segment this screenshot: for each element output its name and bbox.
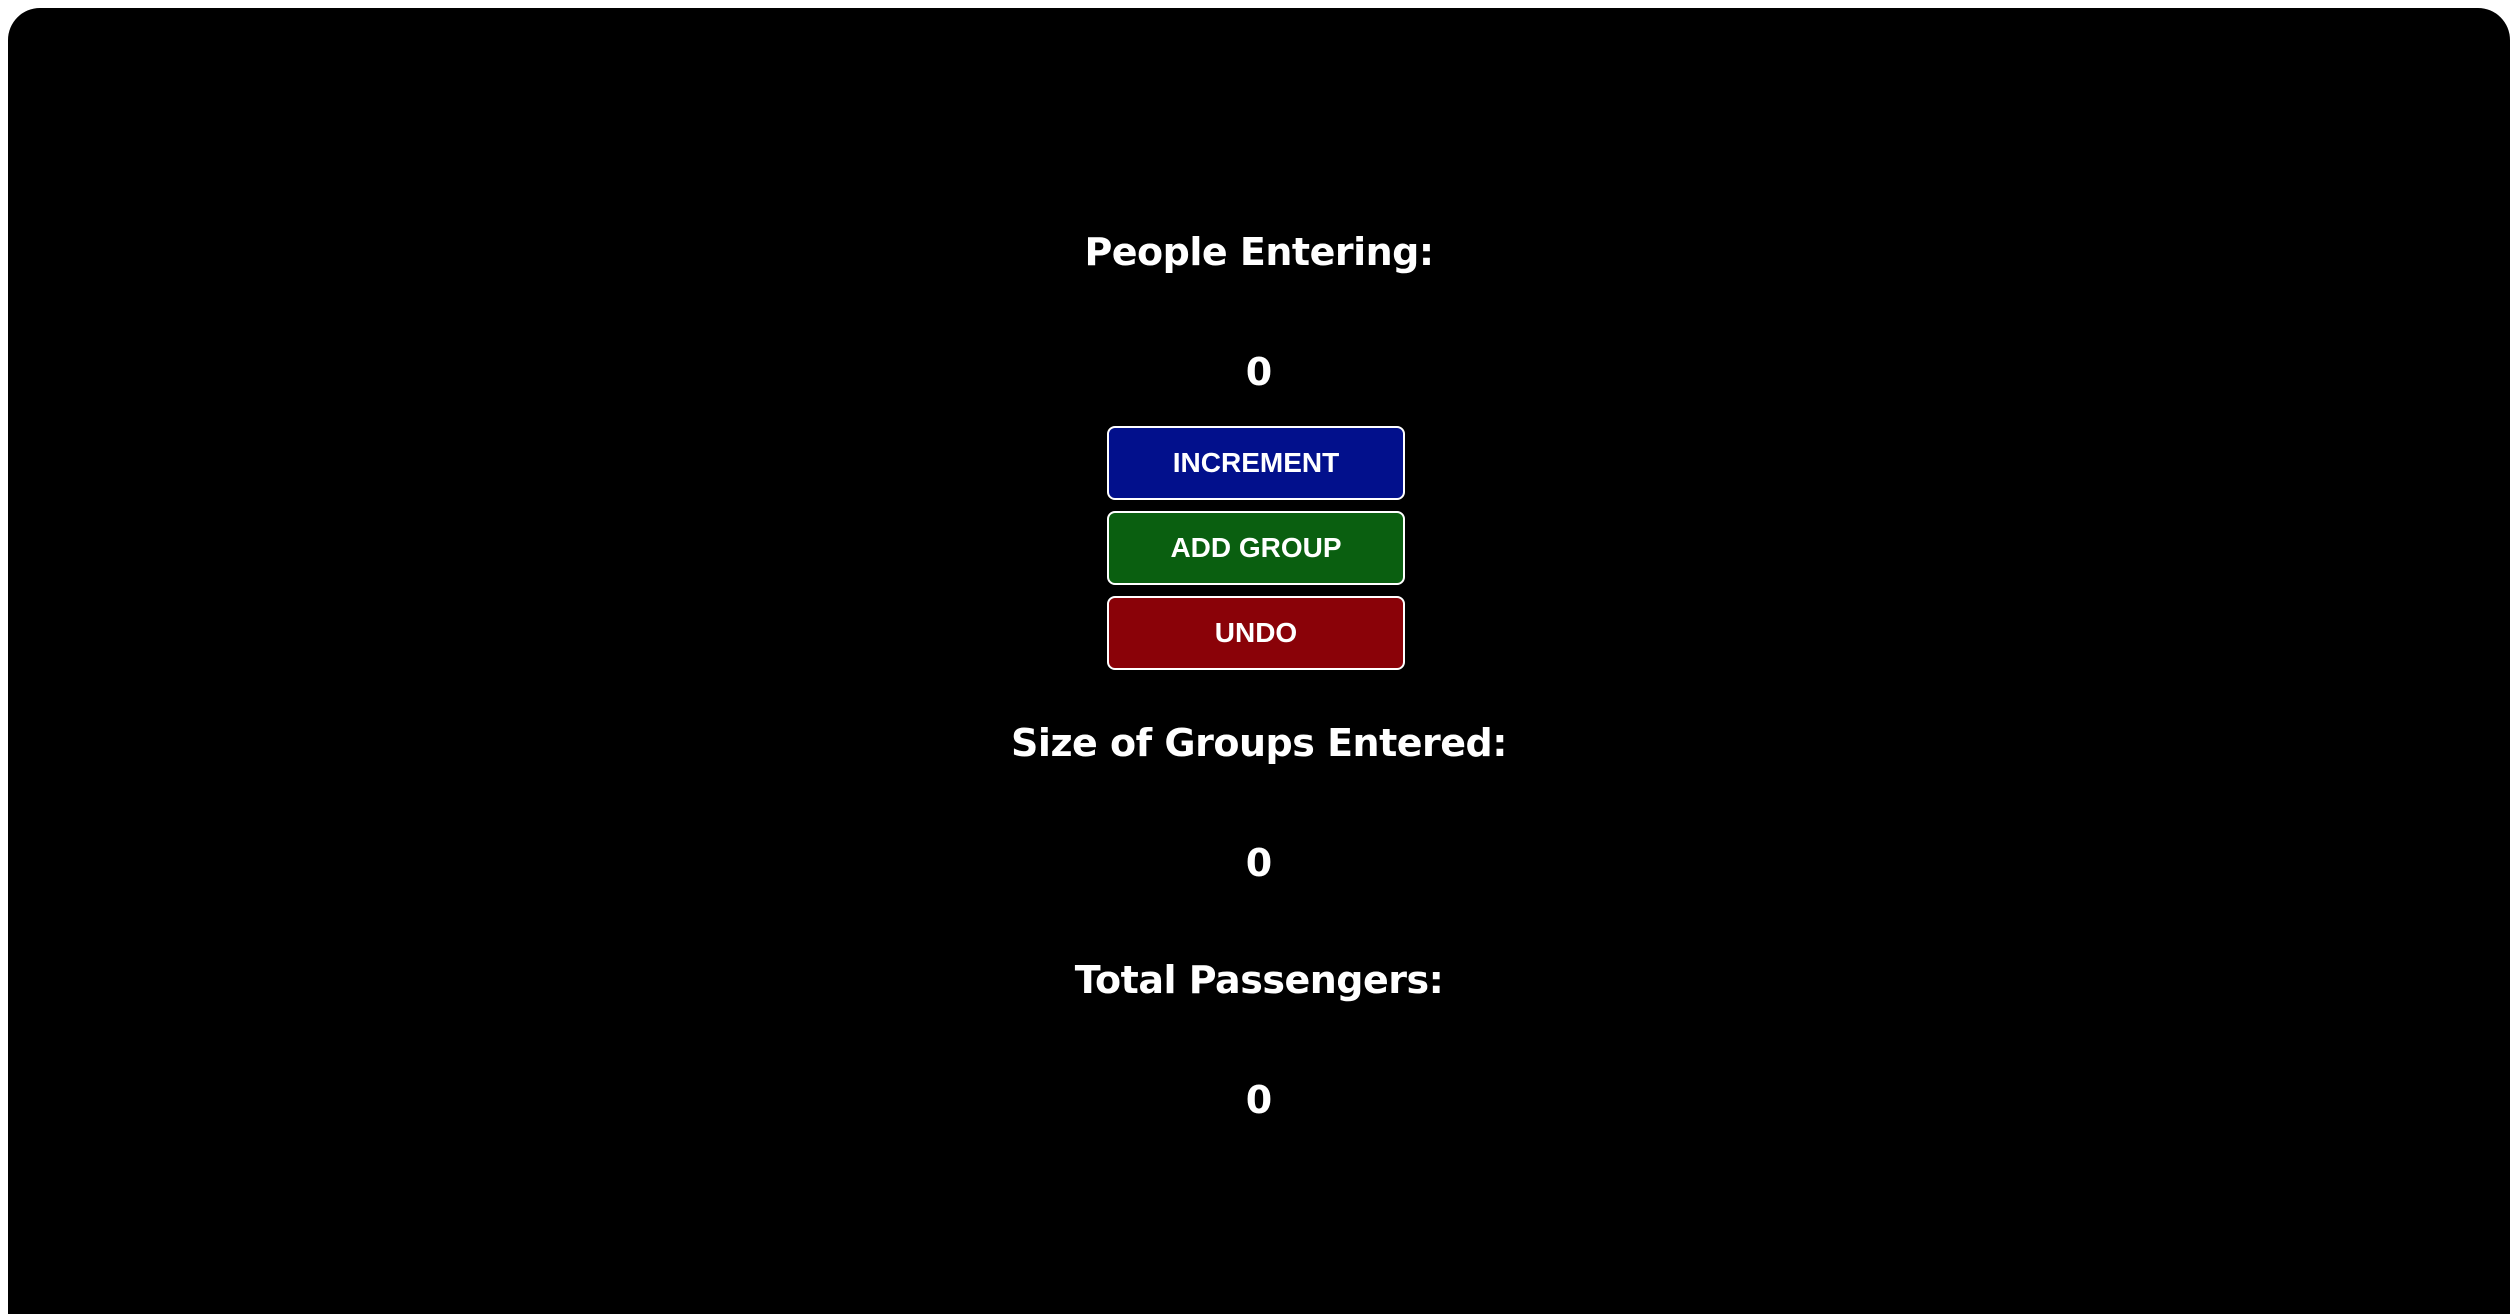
increment-button[interactable]: INCREMENT [1107,426,1405,500]
undo-button[interactable]: UNDO [1107,596,1405,670]
people-entering-label: People Entering: [1084,230,1434,274]
total-passengers-label: Total Passengers: [1074,958,1444,1002]
people-entering-count: 0 [1245,350,1273,394]
app-window: People Entering: 0 INCREMENT ADD GROUP U… [8,8,2510,1314]
counter-panel: People Entering: 0 INCREMENT ADD GROUP U… [8,8,2510,1314]
total-passengers-count: 0 [1245,1078,1273,1122]
add-group-button[interactable]: ADD GROUP [1107,511,1405,585]
groups-entered-label: Size of Groups Entered: [1011,721,1507,765]
groups-entered-count: 0 [1245,841,1273,885]
